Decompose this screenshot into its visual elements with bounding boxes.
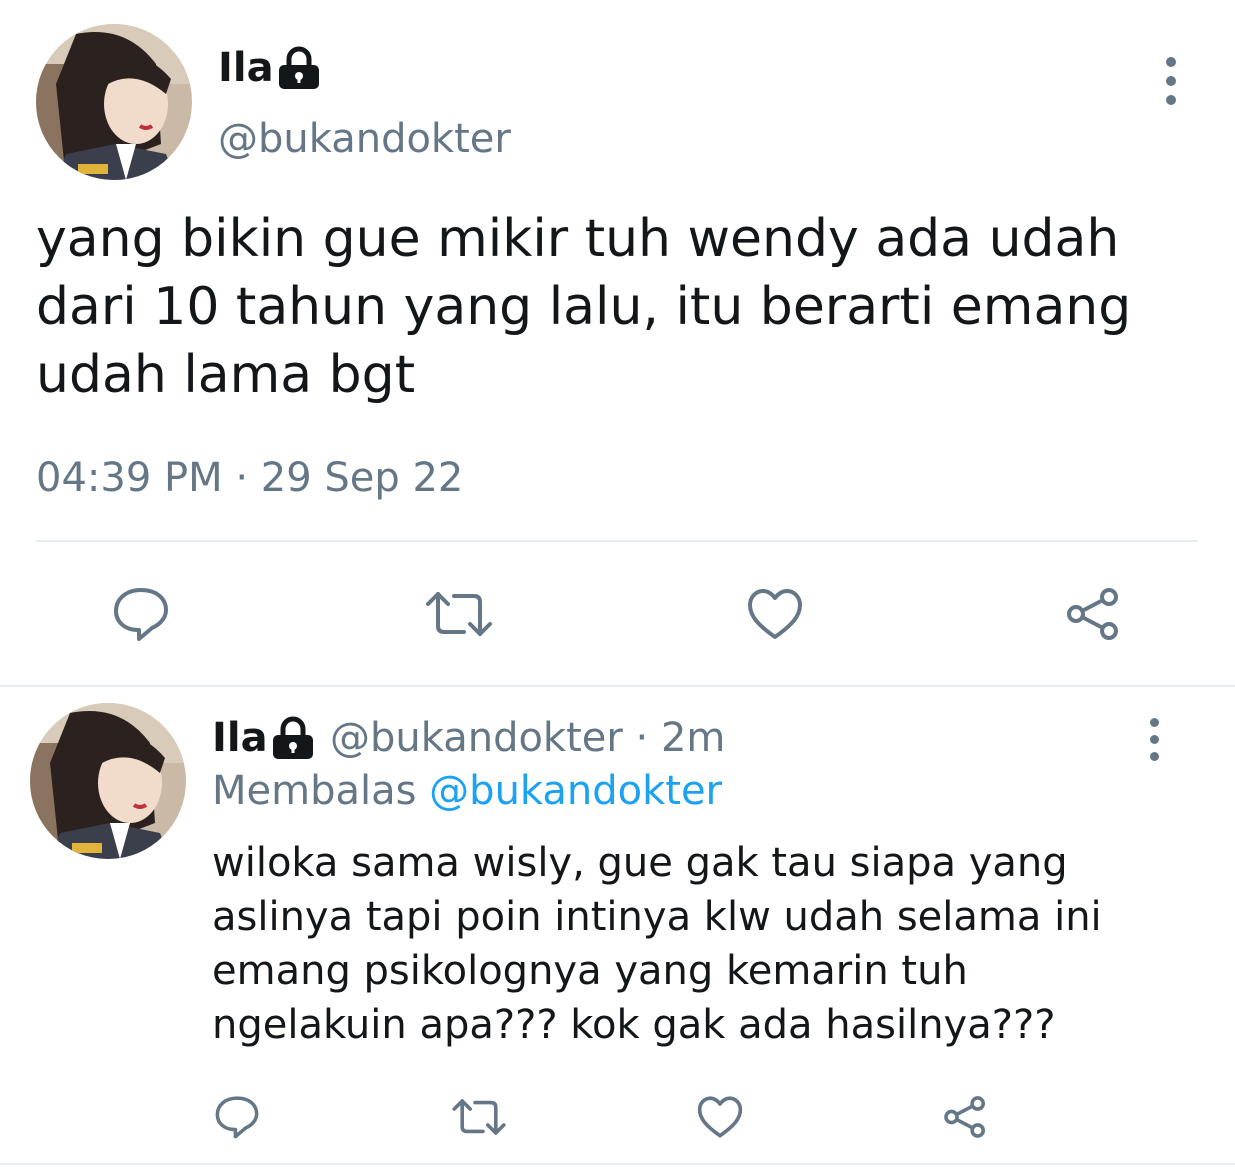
divider	[36, 540, 1198, 542]
replying-label: Membalas	[212, 768, 417, 814]
author-handle[interactable]: @bukandokter	[218, 114, 511, 164]
reply-text-line: ngelakuin apa??? kok gak ada hasilnya???	[212, 1002, 1056, 1048]
author-name[interactable]: Ila	[218, 44, 274, 92]
more-options-icon[interactable]	[1160, 57, 1182, 114]
retweet-icon[interactable]	[424, 588, 494, 640]
reply-text-line: wiloka sama wisly, gue gak tau siapa yan…	[212, 840, 1068, 886]
tweet-text-line: dari 10 tahun yang lalu, itu berarti ema…	[36, 277, 1132, 337]
reply-text: wiloka sama wisly, gue gak tau siapa yan…	[212, 836, 1102, 1052]
more-options-icon[interactable]	[1143, 718, 1165, 769]
divider	[0, 685, 1235, 687]
replying-to: Membalas @bukandokter	[212, 766, 722, 816]
lock-icon	[268, 716, 318, 760]
reply-text-line: emang psikolognya yang kemarin tuh	[212, 948, 968, 994]
tweet-text-line: udah lama bgt	[36, 345, 416, 405]
replying-to-link[interactable]: @bukandokter	[429, 768, 722, 814]
like-icon[interactable]	[696, 1095, 744, 1139]
reply-author-name[interactable]: Ila	[212, 714, 268, 762]
like-icon[interactable]	[746, 587, 804, 641]
reply-icon[interactable]	[112, 586, 170, 642]
reply-handle-time[interactable]: @bukandokter · 2m	[330, 713, 725, 763]
lock-icon	[275, 46, 323, 90]
avatar[interactable]	[36, 24, 192, 180]
share-icon[interactable]	[1064, 586, 1122, 642]
retweet-icon[interactable]	[451, 1096, 507, 1138]
tweet-text-line: yang bikin gue mikir tuh wendy ada udah	[36, 209, 1120, 269]
reply-icon[interactable]	[214, 1095, 260, 1139]
reply-text-line: aslinya tapi poin intinya klw udah selam…	[212, 894, 1102, 940]
divider	[0, 1163, 1235, 1165]
share-icon[interactable]	[942, 1094, 988, 1140]
tweet-text: yang bikin gue mikir tuh wendy ada udah …	[36, 205, 1131, 409]
tweet-timestamp[interactable]: 04:39 PM · 29 Sep 22	[36, 452, 463, 504]
reply-avatar[interactable]	[30, 703, 186, 859]
